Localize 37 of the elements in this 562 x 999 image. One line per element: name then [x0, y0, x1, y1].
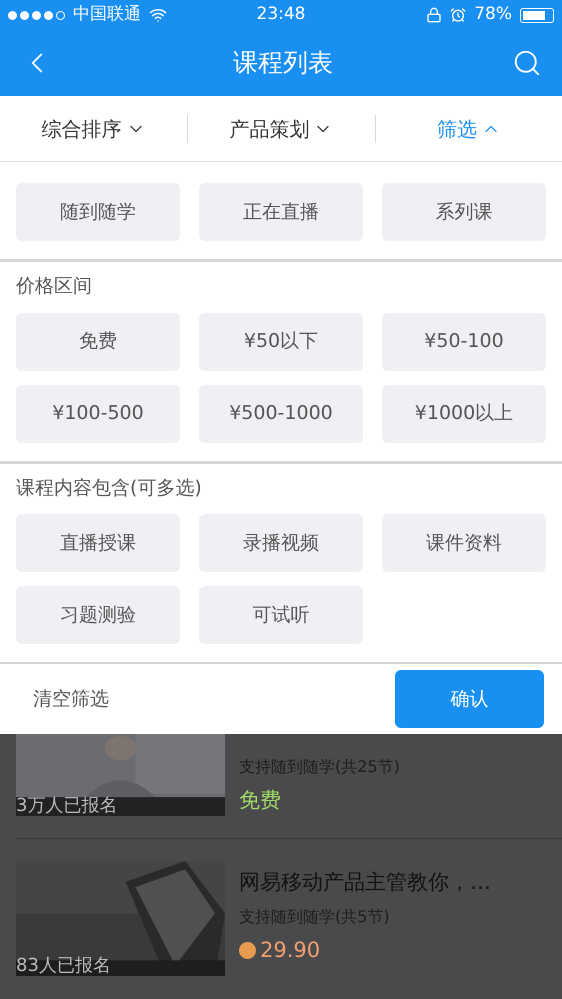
- filter-chip[interactable]: ¥1000以上: [382, 384, 546, 442]
- filter-chip[interactable]: 免费: [16, 312, 180, 370]
- page-title: 课程列表: [233, 47, 333, 80]
- search-button[interactable]: [512, 48, 542, 78]
- sort-tab[interactable]: 综合排序: [0, 114, 188, 144]
- course-price: 免费: [239, 786, 281, 814]
- sort-tab[interactable]: 筛选: [376, 114, 562, 144]
- filter-chip[interactable]: 习题测验: [16, 586, 180, 644]
- filter-chip[interactable]: ¥50以下: [199, 312, 363, 370]
- carrier-name: 中国联通: [73, 3, 141, 26]
- filter-chip[interactable]: 正在直播: [199, 183, 363, 241]
- course-price: 29.90: [260, 936, 320, 964]
- sort-tab[interactable]: 产品策划: [188, 114, 375, 144]
- clock: 23:48: [256, 3, 306, 26]
- filter-chip[interactable]: 直播授课: [16, 514, 180, 572]
- confirm-button[interactable]: 确认: [395, 670, 544, 728]
- filter-chip[interactable]: 随到随学: [16, 183, 180, 241]
- filter-chip[interactable]: ¥100-500: [16, 384, 180, 442]
- battery-icon: [520, 8, 554, 22]
- wifi-icon: [149, 6, 167, 24]
- enrolled-count: 83人已报名: [16, 956, 111, 976]
- section-title: 价格区间: [16, 274, 93, 299]
- filter-chip[interactable]: ¥50-100: [382, 312, 546, 370]
- filter-chip[interactable]: 系列课: [382, 183, 546, 241]
- enrolled-count: 3万人已报名: [16, 796, 118, 816]
- course-title: 网易移动产品主管教你，…: [239, 869, 491, 896]
- search-icon: [512, 48, 542, 78]
- filter-chip[interactable]: 可试听: [199, 586, 363, 644]
- filter-chip[interactable]: 录播视频: [199, 514, 363, 572]
- coin-icon: [239, 942, 256, 959]
- filter-chip[interactable]: ¥500-1000: [199, 384, 363, 442]
- section-title: 课程内容包含(可多选): [16, 476, 203, 500]
- signal-icon: [8, 10, 65, 20]
- clear-filter-button[interactable]: 清空筛选: [33, 684, 109, 714]
- battery-percent: 78%: [474, 3, 512, 26]
- filter-chip[interactable]: 课件资料: [382, 514, 546, 572]
- alarm-icon: [450, 7, 466, 23]
